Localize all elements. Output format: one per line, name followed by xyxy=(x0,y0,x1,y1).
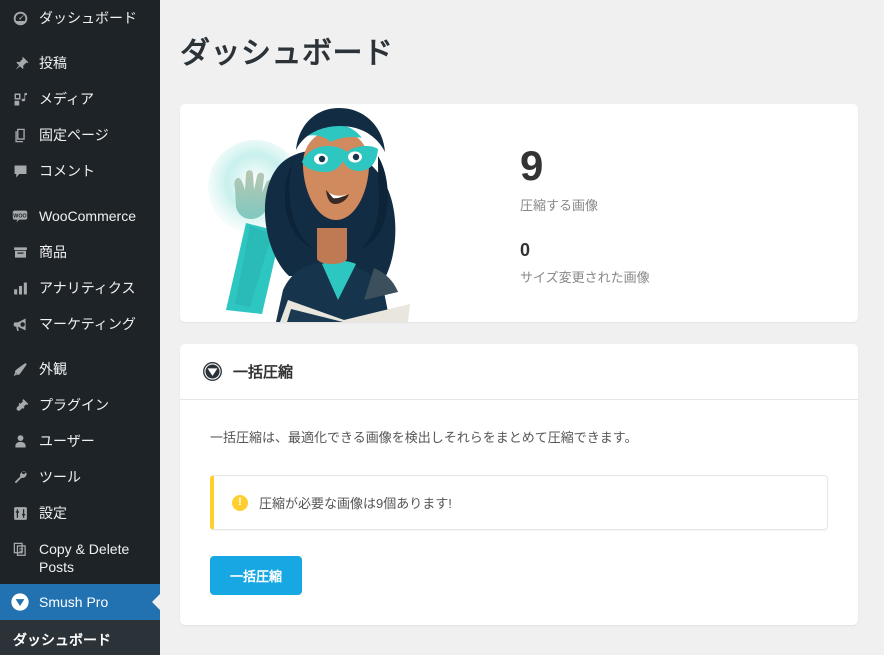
sidebar-item-label: プラグイン xyxy=(39,397,109,413)
sidebar-item-tools[interactable]: ツール xyxy=(0,459,160,495)
settings-sliders-icon xyxy=(10,503,30,523)
main-content: ダッシュボード 9 圧縮する画像 0 サイズ変更された画像 一括圧縮 一括圧縮は… xyxy=(160,0,884,655)
smush-superhero-illustration xyxy=(180,104,430,322)
sidebar-item-posts[interactable]: 投稿 xyxy=(0,45,160,81)
images-resized-label: サイズ変更された画像 xyxy=(520,270,650,285)
sidebar-submenu-smush: ダッシュボード xyxy=(0,620,160,655)
bar-chart-icon xyxy=(10,278,30,298)
sidebar-separator xyxy=(0,36,160,45)
sidebar-item-analytics[interactable]: アナリティクス xyxy=(0,270,160,306)
sidebar-item-woocommerce[interactable]: WOO WooCommerce xyxy=(0,198,160,234)
sidebar-separator xyxy=(0,189,160,198)
bulk-smush-card-header: 一括圧縮 xyxy=(180,344,858,400)
media-note-icon xyxy=(10,89,30,109)
sidebar-item-pages[interactable]: 固定ページ xyxy=(0,117,160,153)
sidebar-item-comments[interactable]: コメント xyxy=(0,153,160,189)
notice-text: 圧縮が必要な画像は9個あります! xyxy=(259,496,452,511)
comment-bubble-icon xyxy=(10,161,30,181)
sidebar-item-label: 外観 xyxy=(39,361,67,377)
wrench-icon xyxy=(10,467,30,487)
megaphone-icon xyxy=(10,314,30,334)
sidebar-item-products[interactable]: 商品 xyxy=(0,234,160,270)
appearance-brush-icon xyxy=(10,359,30,379)
plugin-plug-icon xyxy=(10,395,30,415)
sidebar-item-appearance[interactable]: 外観 xyxy=(0,351,160,387)
dashboard-gauge-icon xyxy=(10,8,30,28)
sidebar-item-smush-pro[interactable]: Smush Pro xyxy=(0,584,160,620)
sidebar-item-media[interactable]: メディア xyxy=(0,81,160,117)
user-icon xyxy=(10,431,30,451)
admin-screen: ダッシュボード 投稿 メディア 固定ページ コメント WOO WooCommer… xyxy=(0,0,884,655)
summary-stats: 9 圧縮する画像 0 サイズ変更された画像 xyxy=(430,104,650,322)
sidebar-item-marketing[interactable]: マーケティング xyxy=(0,306,160,342)
sidebar-item-label: アナリティクス xyxy=(39,280,136,296)
bulk-smush-card: 一括圧縮 一括圧縮は、最適化できる画像を検出しそれらをまとめて圧縮できます。 !… xyxy=(180,344,858,625)
sidebar-item-plugins[interactable]: プラグイン xyxy=(0,387,160,423)
sidebar-item-label: 設定 xyxy=(39,505,67,521)
bulk-smush-card-title: 一括圧縮 xyxy=(233,364,294,381)
bulk-smush-card-body: 一括圧縮は、最適化できる画像を検出しそれらをまとめて圧縮できます。 ! 圧縮が必… xyxy=(180,400,858,625)
sidebar-item-label: メディア xyxy=(39,91,95,107)
sidebar-item-label: マーケティング xyxy=(39,316,136,332)
images-to-compress-label: 圧縮する画像 xyxy=(520,198,599,213)
sidebar-item-label: 固定ページ xyxy=(39,127,109,143)
admin-sidebar: ダッシュボード 投稿 メディア 固定ページ コメント WOO WooCommer… xyxy=(0,0,160,655)
warning-exclamation-icon: ! xyxy=(232,494,248,511)
sidebar-item-label: WooCommerce xyxy=(39,208,136,224)
woocommerce-icon: WOO xyxy=(10,206,30,226)
images-need-smushing-notice: ! 圧縮が必要な画像は9個あります! xyxy=(210,475,828,530)
sidebar-subitem-dashboard[interactable]: ダッシュボード xyxy=(0,626,160,654)
sidebar-separator xyxy=(0,342,160,351)
sidebar-item-dashboard[interactable]: ダッシュボード xyxy=(0,0,160,36)
images-to-compress-value: 9 xyxy=(520,142,544,189)
images-resized-value: 0 xyxy=(520,240,531,260)
pages-icon xyxy=(10,125,30,145)
bulk-smush-description: 一括圧縮は、最適化できる画像を検出しそれらをまとめて圧縮できます。 xyxy=(210,430,638,445)
copy-duplicate-icon xyxy=(10,539,30,559)
sidebar-item-label: Smush Pro xyxy=(39,594,109,610)
smush-logo-icon xyxy=(202,361,223,382)
sidebar-item-settings[interactable]: 設定 xyxy=(0,495,160,531)
sidebar-item-label: 投稿 xyxy=(39,55,67,71)
smush-logo-icon xyxy=(10,592,30,612)
summary-card: 9 圧縮する画像 0 サイズ変更された画像 xyxy=(180,104,858,322)
sidebar-item-label: ツール xyxy=(39,469,81,485)
sidebar-item-label: 商品 xyxy=(39,244,67,260)
sidebar-item-label: コメント xyxy=(39,163,95,179)
sidebar-item-copy-delete-posts[interactable]: Copy & Delete Posts xyxy=(0,531,160,584)
bulk-smush-button[interactable]: 一括圧縮 xyxy=(210,556,303,595)
sidebar-item-label: ダッシュボード xyxy=(39,10,137,26)
sidebar-item-label: ユーザー xyxy=(39,433,95,449)
sidebar-item-users[interactable]: ユーザー xyxy=(0,423,160,459)
product-box-icon xyxy=(10,242,30,262)
pin-icon xyxy=(10,53,30,73)
page-title: ダッシュボード xyxy=(180,37,394,70)
sidebar-item-label: Copy & Delete Posts xyxy=(39,541,130,575)
svg-text:WOO: WOO xyxy=(13,213,26,219)
